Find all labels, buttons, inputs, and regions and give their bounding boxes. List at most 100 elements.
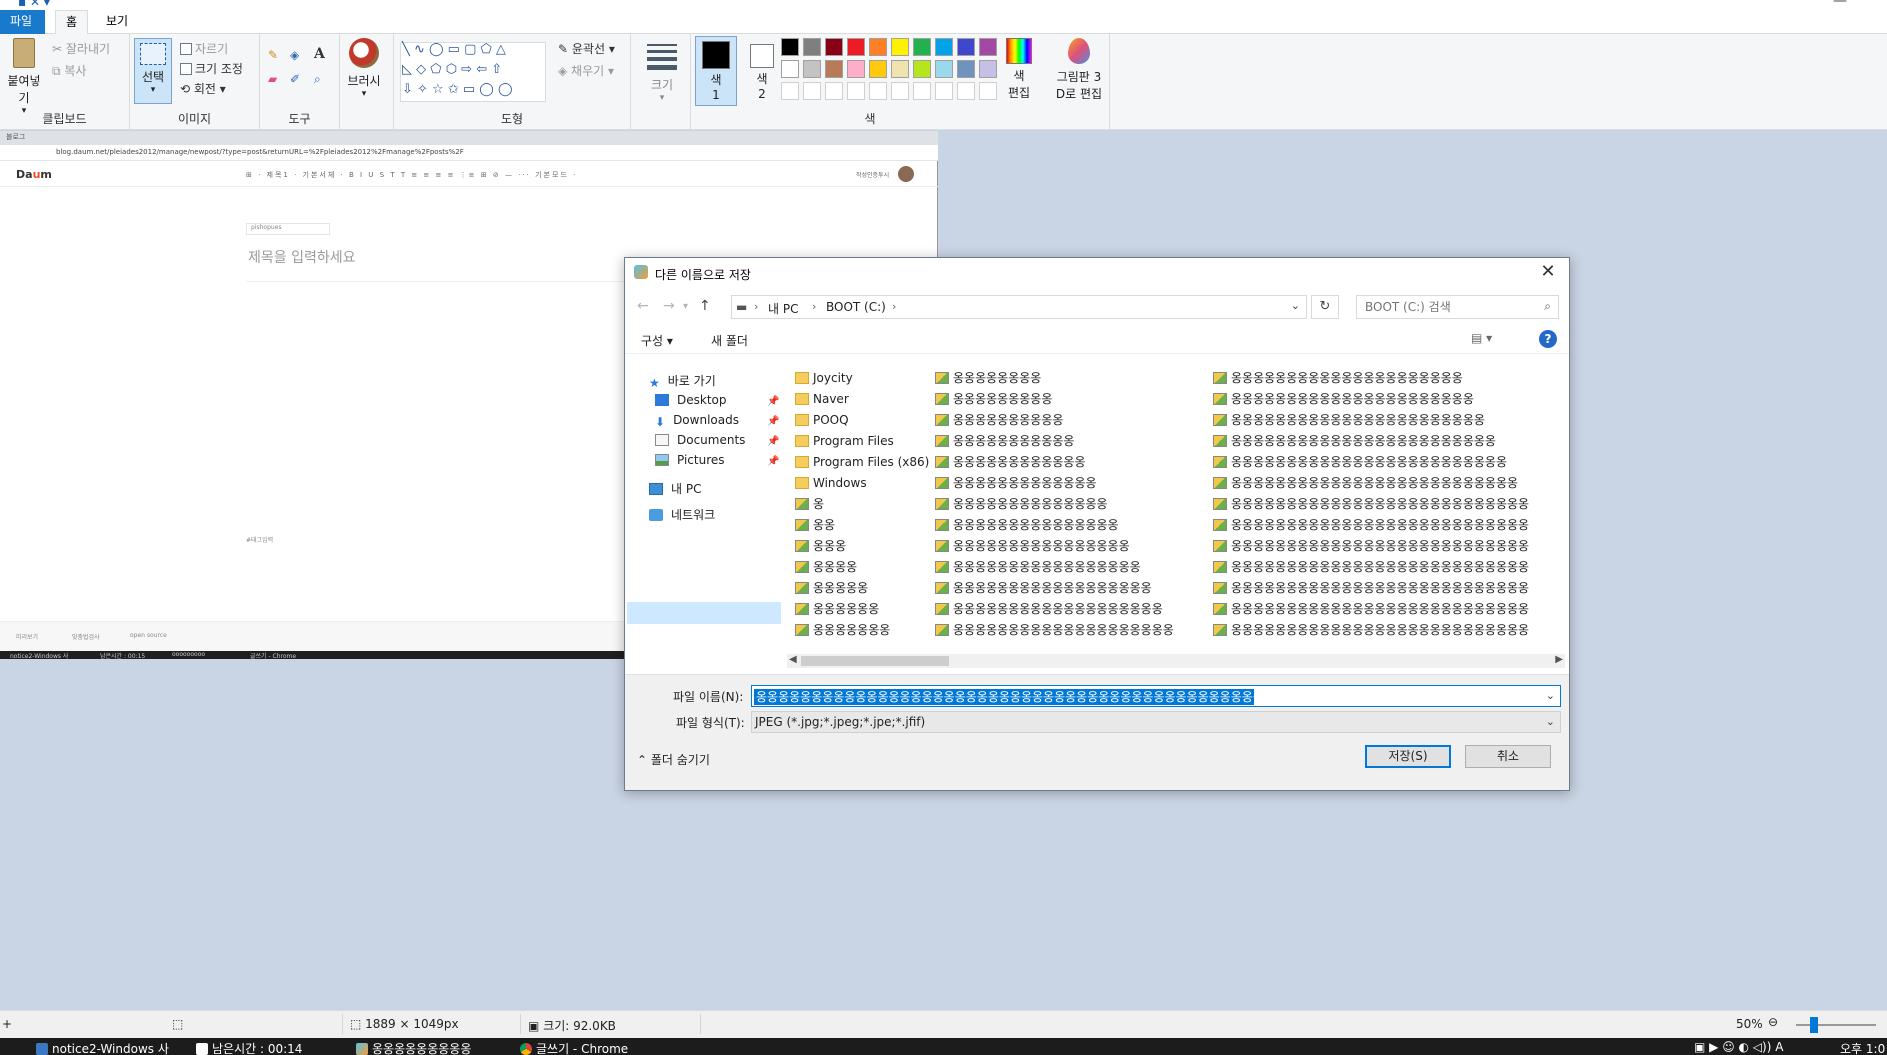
taskbar-item-explorer[interactable]: notice2-Windows 사	[36, 1040, 169, 1055]
folder-item[interactable]: Windows	[795, 473, 929, 494]
pin-icon[interactable]: 📌	[767, 436, 779, 447]
palette-swatch[interactable]	[979, 38, 997, 56]
fill-button[interactable]: ◈ 채우기 ▾	[558, 62, 614, 79]
edit-paint3d-button[interactable]: 그림판 3 D로 편집	[1050, 38, 1108, 102]
color2-button[interactable]: 색 2	[741, 36, 783, 106]
file-item[interactable]: 옹옹옹옹옹옹옹옹옹옹옹옹옹옹옹옹옹옹옹옹옹옹옹옹	[1213, 431, 1529, 452]
file-item[interactable]: 옹옹옹옹옹옹옹옹옹옹옹	[935, 431, 1174, 452]
file-item[interactable]: 옹옹옹옹옹옹옹옹옹옹옹옹옹옹옹옹옹옹옹	[935, 599, 1174, 620]
custom-color-slot[interactable]	[825, 82, 843, 100]
zoom-slider[interactable]	[1796, 1024, 1876, 1026]
clock[interactable]: 오후 1:0	[1840, 1040, 1885, 1055]
pin-icon[interactable]: 📌	[767, 396, 779, 407]
palette-swatch[interactable]	[957, 60, 975, 78]
filename-input[interactable]: 옹옹옹옹옹옹옹옹옹옹옹옹옹옹옹옹옹옹옹옹옹옹옹옹옹옹옹옹옹옹옹옹옹옹옹옹옹옹옹옹…	[751, 685, 1561, 707]
folder-item[interactable]: Joycity	[795, 368, 929, 389]
pin-icon[interactable]: 📌	[767, 416, 779, 427]
file-item[interactable]: 옹옹옹옹옹옹옹옹옹옹옹옹옹옹옹옹옹옹옹옹옹	[1213, 368, 1529, 389]
palette-swatch[interactable]	[957, 38, 975, 56]
file-item[interactable]: 옹옹옹옹옹옹옹옹옹	[935, 389, 1174, 410]
eraser-icon[interactable]: ▰	[268, 72, 277, 86]
breadcrumb-my-pc[interactable]: 내 PC	[768, 300, 798, 317]
file-item[interactable]: 옹옹옹옹옹옹옹옹옹옹옹옹옹옹옹옹옹옹옹옹옹옹옹옹옹옹	[1213, 473, 1529, 494]
filename-value[interactable]: 옹옹옹옹옹옹옹옹옹옹옹옹옹옹옹옹옹옹옹옹옹옹옹옹옹옹옹옹옹옹옹옹옹옹옹옹옹옹옹옹…	[754, 689, 1254, 705]
custom-color-slot[interactable]	[913, 82, 931, 100]
palette-swatch[interactable]	[935, 60, 953, 78]
size-button[interactable]: 크기 ▾	[640, 40, 684, 103]
breadcrumb-boot-c[interactable]: BOOT (C:)	[826, 300, 886, 314]
nav-network[interactable]: 네트워크	[649, 506, 715, 523]
forward-arrow-icon[interactable]: →	[663, 298, 675, 314]
line-shape-icon[interactable]: ╲ ∿ ◯ ▭ ▢ ⬠ △	[402, 42, 506, 57]
file-item[interactable]: 옹옹옹옹옹옹옹옹옹옹옹옹옹옹	[935, 494, 1174, 515]
nav-my-pc[interactable]: 내 PC	[649, 480, 701, 497]
search-input[interactable]	[1357, 296, 1527, 318]
palette-swatch[interactable]	[825, 60, 843, 78]
file-item[interactable]: 옹옹옹옹옹옹옹옹옹옹옹옹옹옹옹옹옹옹옹옹옹옹옹옹옹옹옹	[1213, 515, 1529, 536]
hide-folders-button[interactable]: ⌃ 폴더 숨기기	[637, 751, 710, 768]
help-icon[interactable]: ?	[1539, 330, 1557, 348]
up-arrow-icon[interactable]: ↑	[699, 298, 711, 314]
paste-button[interactable]: 붙여넣기 ▾	[2, 38, 46, 116]
close-icon[interactable]: ✕	[1537, 261, 1559, 283]
tray-icons[interactable]: ▣ ▶ ☺ ◐ ◁)) A	[1694, 1040, 1783, 1054]
palette-swatch[interactable]	[891, 60, 909, 78]
color1-button[interactable]: 색 1	[695, 36, 737, 106]
palette-swatch[interactable]	[935, 38, 953, 56]
file-item[interactable]: 옹옹옹옹옹옹옹옹옹옹옹옹옹옹옹옹옹옹옹옹옹옹옹옹옹옹옹	[1213, 620, 1529, 638]
file-item[interactable]: 옹	[795, 494, 929, 515]
magnifier-icon[interactable]: ⌕	[314, 72, 321, 87]
nav-desktop[interactable]: Desktop	[655, 393, 727, 407]
custom-color-slot[interactable]	[781, 82, 799, 100]
palette-swatch[interactable]	[825, 38, 843, 56]
palette-swatch[interactable]	[891, 38, 909, 56]
nav-quick-access[interactable]: ★ 바로 가기	[649, 372, 716, 390]
organize-button[interactable]: 구성 ▾	[641, 332, 673, 349]
file-item[interactable]: 옹옹옹옹옹옹옹옹옹옹옹옹옹옹옹옹옹	[935, 557, 1174, 578]
outline-button[interactable]: ✎ 윤곽선 ▾	[558, 40, 615, 57]
back-arrow-icon[interactable]: ←	[637, 298, 649, 314]
filetype-select[interactable]: JPEG (*.jpg;*.jpeg;*.jpe;*.jfif) ⌄	[751, 711, 1561, 733]
palette-swatch[interactable]	[781, 60, 799, 78]
palette-swatch[interactable]	[803, 60, 821, 78]
nav-pictures[interactable]: Pictures	[655, 453, 725, 467]
view-options-icon[interactable]: ▤ ▾	[1471, 331, 1492, 345]
file-item[interactable]: 옹옹옹옹옹옹옹옹옹옹옹옹옹옹옹	[935, 515, 1174, 536]
file-item[interactable]: 옹옹옹옹옹옹옹옹옹옹옹옹옹옹옹옹옹옹옹옹옹옹옹	[1213, 410, 1529, 431]
nav-downloads[interactable]: ⬇ Downloads	[655, 413, 739, 429]
cut-button[interactable]: ✂ 잘라내기	[52, 40, 110, 57]
palette-swatch[interactable]	[803, 38, 821, 56]
scroll-left-icon[interactable]: ◀	[789, 654, 797, 665]
custom-color-slot[interactable]	[957, 82, 975, 100]
folder-item[interactable]: Program Files (x86)	[795, 452, 929, 473]
text-icon[interactable]: A	[314, 46, 325, 62]
file-item[interactable]: 옹옹옹옹옹옹옹옹	[935, 368, 1174, 389]
chevron-down-icon[interactable]: ⌄	[1546, 689, 1555, 702]
tab-home[interactable]: 홈	[55, 10, 89, 34]
tab-view[interactable]: 보기	[96, 10, 138, 34]
save-button[interactable]: 저장(S)	[1365, 745, 1451, 768]
file-item[interactable]: 옹옹옹옹옹옹옹옹옹옹옹옹옹	[935, 473, 1174, 494]
minimize-icon[interactable]: —	[1833, 0, 1847, 9]
horizontal-scrollbar[interactable]: ◀ ▶	[787, 654, 1565, 668]
copy-button[interactable]: ⧉ 복사	[52, 62, 86, 79]
fill-bucket-icon[interactable]: ◈	[290, 48, 299, 62]
custom-color-slot[interactable]	[847, 82, 865, 100]
dialog-title-bar[interactable]: 다른 이름으로 저장 ✕	[625, 258, 1569, 288]
file-item[interactable]: 옹옹	[795, 515, 929, 536]
palette-swatch[interactable]	[847, 38, 865, 56]
taskbar-item-timer[interactable]: 남은시간 : 00:14	[196, 1040, 302, 1055]
file-item[interactable]: 옹옹옹옹	[795, 557, 929, 578]
pin-icon[interactable]: 📌	[767, 456, 779, 467]
file-item[interactable]: 옹옹옹옹옹옹옹옹옹옹옹옹옹옹옹옹옹옹옹옹옹옹옹옹옹옹옹	[1213, 536, 1529, 557]
crop-button[interactable]: 자르기	[180, 40, 228, 57]
select-button[interactable]: 선택 ▾	[134, 38, 172, 104]
polygon-shape-icon[interactable]: ◺ ◇ ⬠ ⬡ ⇨ ⇦ ⇧	[402, 62, 502, 77]
file-item[interactable]: 옹옹옹옹옹옹옹	[795, 620, 929, 638]
resize-button[interactable]: 크기 조정	[180, 60, 243, 77]
tab-file[interactable]: 파일	[0, 10, 45, 34]
palette-swatch[interactable]	[979, 60, 997, 78]
brushes-button[interactable]: 브러시 ▾	[342, 38, 386, 99]
file-item[interactable]: 옹옹옹옹옹옹옹옹옹옹옹옹옹옹옹옹옹옹옹옹옹옹옹옹옹	[1213, 452, 1529, 473]
custom-color-slot[interactable]	[891, 82, 909, 100]
